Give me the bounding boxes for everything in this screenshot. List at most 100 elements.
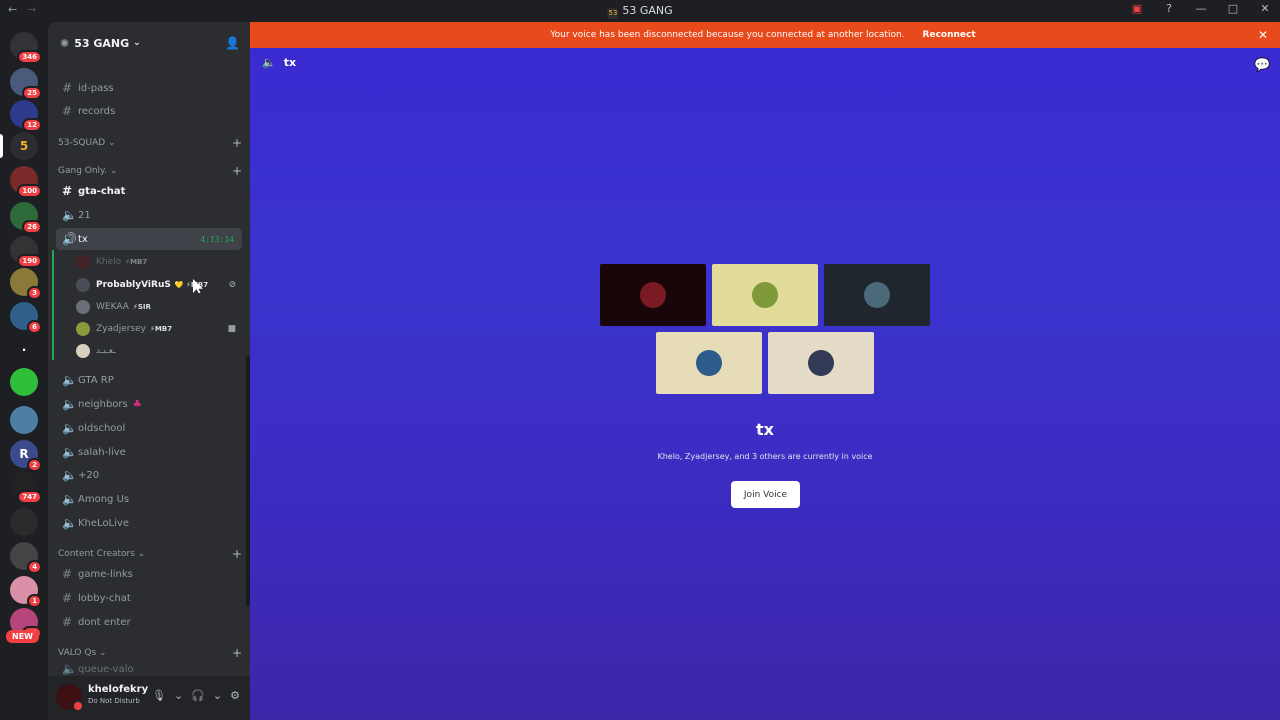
channel-records[interactable]: # records <box>56 100 242 122</box>
server-icon[interactable]: 12 <box>10 100 42 132</box>
participant-tile[interactable] <box>600 264 706 326</box>
mention-badge: 346 <box>17 50 42 64</box>
server-icon[interactable]: 346 <box>10 32 42 64</box>
category-valo-qs[interactable]: VALO Qs ⌄ + <box>58 645 242 661</box>
channel-dont-enter[interactable]: # dont enter <box>56 611 242 633</box>
new-badge[interactable]: NEW <box>6 630 39 643</box>
mention-badge: 1 <box>27 594 42 608</box>
create-channel-icon[interactable]: + <box>232 136 242 150</box>
channel-21[interactable]: 🔈 21 <box>56 204 242 226</box>
channel-khelolive[interactable]: 🔈 KheLoLive <box>56 512 242 534</box>
title-bar: ← → 53 53 GANG ▣ ? — □ ✕ <box>0 0 1280 22</box>
participant-tile[interactable] <box>712 264 818 326</box>
create-channel-icon[interactable]: + <box>232 164 242 178</box>
voice-user[interactable]: WEKAA ⚡SIR <box>76 297 242 317</box>
voice-user-name: WEKAA <box>96 302 129 312</box>
voice-participants-text: Khelo, Zyadjersey, and 3 others are curr… <box>657 452 873 461</box>
user-controls: 🎙 ⌄ 🎧 ⌄ ⚙ <box>152 689 240 702</box>
channel-label: tx <box>78 233 88 245</box>
server-glyph: · <box>21 343 27 357</box>
reconnect-button[interactable]: Reconnect <box>919 28 980 42</box>
avatar[interactable] <box>56 684 84 712</box>
user-tag: ⚡MB7 <box>150 325 173 333</box>
channel-id-pass[interactable]: # id-pass <box>56 77 242 99</box>
voice-user[interactable]: Khelo ⚡MB7 <box>76 252 242 272</box>
window-controls: ▣ ? — □ ✕ <box>1130 2 1272 16</box>
server-icon[interactable]: 5 <box>0 132 38 160</box>
server-header[interactable]: ✺ 53 GANG ⌄ 👤 <box>48 22 250 64</box>
channel-tx[interactable]: 🔊 tx 4:13:14 <box>56 228 242 250</box>
server-icon[interactable]: 3 <box>10 268 42 300</box>
channel-header: 🔈 tx <box>262 56 296 69</box>
chevron-down-icon: ⌄ <box>109 166 118 176</box>
participant-tile[interactable] <box>656 332 762 394</box>
voice-channel-icon: 🔈 <box>62 468 77 482</box>
headphones-icon[interactable]: 🎧 <box>191 689 205 702</box>
server-icon[interactable]: 747 <box>10 472 42 504</box>
server-icon[interactable]: · <box>10 336 38 364</box>
channel-oldschool[interactable]: 🔈 oldschool <box>56 417 242 439</box>
join-voice-button[interactable]: Join Voice <box>731 481 800 508</box>
server-icon[interactable]: 190 <box>10 236 42 268</box>
channel-among-us[interactable]: 🔈 Among Us <box>56 488 242 510</box>
server-icon[interactable]: 25 <box>10 68 42 100</box>
minimize-icon[interactable]: — <box>1194 2 1208 16</box>
channel-lobby-chat[interactable]: # lobby-chat <box>56 587 242 609</box>
muted-icon: ⊘ <box>228 280 236 290</box>
category-gang-only[interactable]: Gang Only. ⌄ + <box>58 163 242 179</box>
channel-neighbors[interactable]: 🔈 neighbors ♣ <box>56 393 242 415</box>
voice-user[interactable]: Zyadjersey ⚡MB7 ■ <box>76 319 242 339</box>
chevron-down-icon[interactable]: ⌄ <box>174 689 183 702</box>
gear-icon[interactable]: ⚙ <box>230 689 240 702</box>
server-icon[interactable] <box>10 406 38 434</box>
category-53-squad[interactable]: 53-SQUAD ⌄ + <box>58 135 242 151</box>
voice-user[interactable]: ProbablyViRuS 💛 ⚡MB7 ⊘ <box>76 275 242 295</box>
text-channel-icon: # <box>62 591 73 605</box>
maximize-icon[interactable]: □ <box>1226 2 1240 16</box>
server-mini-icon: 53 <box>607 8 619 19</box>
close-icon[interactable]: ✕ <box>1258 28 1268 42</box>
avatar <box>76 300 90 314</box>
voice-channel-view <box>250 22 1280 720</box>
voice-channel-icon: 🔈 <box>262 56 276 69</box>
mention-badge: 4 <box>27 560 42 574</box>
voice-channel-icon: 🔈 <box>62 397 77 411</box>
text-channel-icon: # <box>62 184 73 198</box>
chat-bubble-icon[interactable]: 💬 <box>1254 58 1270 73</box>
server-icon[interactable]: R2 <box>10 440 42 472</box>
server-icon[interactable]: 100 <box>10 166 42 198</box>
mention-badge: 3 <box>27 286 42 300</box>
voice-user-name: ProbablyViRuS <box>96 280 171 290</box>
channel-gta-rp[interactable]: 🔈 GTA RP <box>56 369 242 391</box>
disconnect-banner: Your voice has been disconnected because… <box>250 22 1280 48</box>
server-icon[interactable] <box>10 508 38 536</box>
inbox-icon[interactable]: ▣ <box>1130 2 1144 16</box>
channel-plus20[interactable]: 🔈 +20 <box>56 464 242 486</box>
close-window-icon[interactable]: ✕ <box>1258 2 1272 16</box>
category-content-creators[interactable]: Content Creators ⌄ + <box>58 546 242 562</box>
channel-queue-valo[interactable]: 🔈 queue-valo <box>56 663 242 675</box>
participant-tile[interactable] <box>824 264 930 326</box>
help-icon[interactable]: ? <box>1162 2 1176 16</box>
create-channel-icon[interactable]: + <box>232 646 242 660</box>
user-tag: ⚡SIR <box>132 303 151 311</box>
microphone-icon[interactable]: 🎙 <box>152 689 166 702</box>
username[interactable]: khelofekry <box>88 684 148 695</box>
server-icon[interactable]: 4 <box>10 542 42 574</box>
mention-badge: 747 <box>17 490 42 504</box>
create-channel-icon[interactable]: + <box>232 547 242 561</box>
channel-label: 21 <box>78 209 91 221</box>
server-icon[interactable]: 26 <box>10 202 42 234</box>
participant-tile[interactable] <box>768 332 874 394</box>
server-icon[interactable] <box>10 368 38 396</box>
channel-salah-live[interactable]: 🔈 salah-live <box>56 441 242 463</box>
server-icon[interactable]: 6 <box>10 302 42 334</box>
channel-gta-chat[interactable]: # gta-chat <box>56 180 242 202</box>
chevron-down-icon: ⌄ <box>108 138 116 148</box>
channel-game-links[interactable]: # game-links <box>56 563 242 585</box>
text-channel-icon: # <box>62 104 73 118</box>
invite-people-icon[interactable]: 👤 <box>225 36 240 50</box>
server-icon[interactable]: 1 <box>10 576 42 608</box>
chevron-down-icon[interactable]: ⌄ <box>213 689 222 702</box>
voice-user[interactable]: ـعـبـد <box>76 341 242 361</box>
